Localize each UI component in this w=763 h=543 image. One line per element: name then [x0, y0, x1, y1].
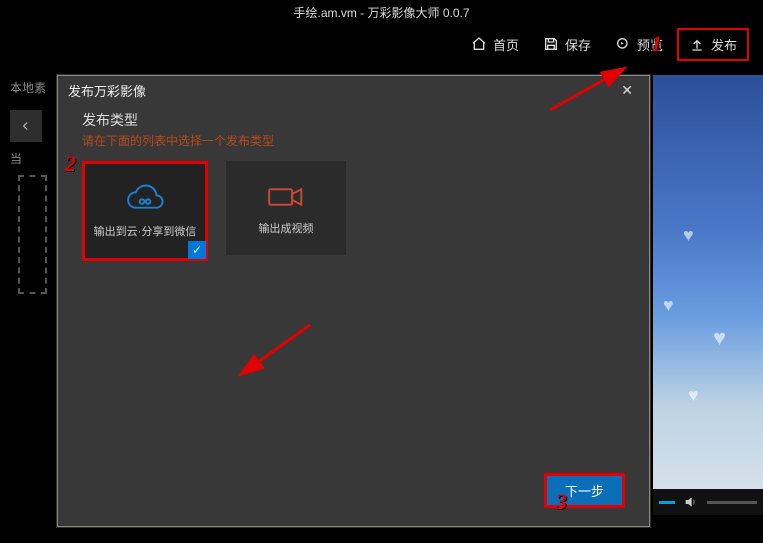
options-row: 输出到云·分享到微信 ✓ 输出成视频 [58, 157, 649, 265]
side-label-local: 本地素 [0, 75, 60, 100]
preview-area: ♥ ♥ ♥ ♥ [653, 75, 763, 515]
publish-label: 发布 [711, 35, 737, 54]
drop-area[interactable] [18, 175, 47, 294]
home-button[interactable]: 首页 [461, 30, 529, 59]
marker-2: 2 [65, 151, 76, 177]
preview-button[interactable]: 预览 [605, 30, 673, 59]
save-button[interactable]: 保存 [533, 30, 601, 59]
section-title: 发布类型 [58, 104, 649, 132]
option-cloud-label: 输出到云·分享到微信 [94, 223, 197, 239]
home-label: 首页 [493, 35, 519, 54]
option-video[interactable]: 输出成视频 [226, 161, 346, 255]
dialog-title: 发布万彩影像 [68, 81, 146, 100]
marker-1: 1 [651, 31, 662, 57]
marker-3: 3 [556, 489, 567, 515]
cloud-icon [122, 183, 168, 217]
upload-icon [689, 36, 705, 52]
player-bar [653, 489, 763, 515]
save-icon [543, 36, 559, 52]
window-title: 手绘.am.vm - 万彩影像大师 0.0.7 [0, 0, 763, 24]
arrow-left-icon [19, 119, 33, 133]
section-hint: 请在下面的列表中选择一个发布类型 [58, 132, 649, 157]
publish-dialog: 发布万彩影像 ✕ 发布类型 请在下面的列表中选择一个发布类型 输出到云·分享到微… [57, 75, 650, 527]
close-icon[interactable]: ✕ [615, 80, 639, 101]
save-label: 保存 [565, 35, 591, 54]
progress-track[interactable] [659, 501, 675, 504]
back-button[interactable] [10, 110, 42, 142]
volume-track[interactable] [707, 501, 757, 504]
dialog-titlebar: 发布万彩影像 ✕ [58, 76, 649, 104]
option-video-label: 输出成视频 [259, 220, 314, 236]
home-icon [471, 36, 487, 52]
video-icon [263, 180, 309, 214]
check-icon: ✓ [188, 241, 206, 259]
publish-button[interactable]: 发布 [677, 28, 749, 61]
main-toolbar: 首页 保存 预览 发布 [0, 24, 763, 64]
preview-icon [615, 36, 631, 52]
volume-icon[interactable] [683, 494, 699, 510]
side-panel: 本地素 当 [0, 75, 60, 171]
side-label-current: 当 [0, 146, 60, 171]
option-cloud[interactable]: 输出到云·分享到微信 ✓ [82, 161, 208, 261]
